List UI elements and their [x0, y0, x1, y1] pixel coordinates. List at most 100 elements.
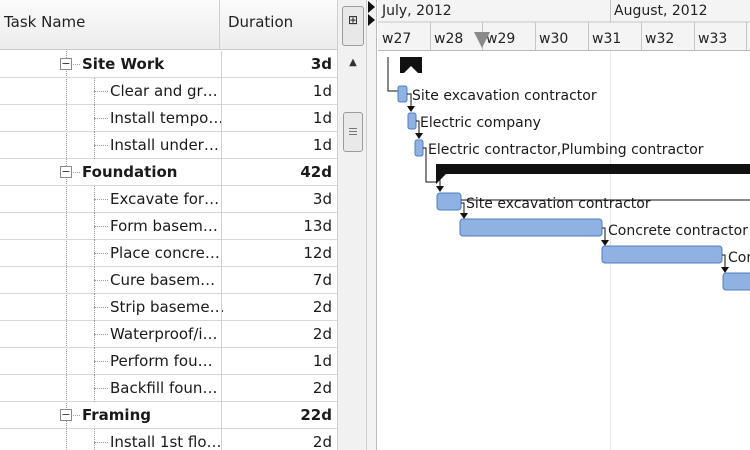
task-name-cell[interactable]: Framing [82, 402, 151, 429]
resource-label: Concrete contractor [608, 223, 748, 239]
task-name-cell[interactable]: Cure basem… [110, 267, 215, 294]
tree-connector-line [94, 307, 108, 308]
task-row[interactable]: Strip baseme… 2d [0, 294, 337, 321]
week-label: w31 [592, 31, 621, 47]
task-name-cell[interactable]: Waterproof/i… [110, 321, 218, 348]
grip-line [349, 131, 357, 132]
task-row[interactable]: Install under… 1d [0, 132, 337, 159]
task-row[interactable]: Backfill foun… 2d [0, 375, 337, 402]
task-bar[interactable] [601, 245, 723, 264]
splitter-arrow-icon[interactable] [368, 1, 375, 13]
dependency-link [407, 93, 412, 108]
resource-label: Electric company [420, 115, 541, 131]
resource-label: Electric contractor,Plumbing contractor [428, 142, 704, 158]
column-header-duration[interactable]: Duration [221, 0, 337, 50]
task-name-cell[interactable]: Excavate for… [110, 186, 219, 213]
pane-splitter[interactable] [367, 0, 377, 450]
tree-connector-line [94, 429, 95, 450]
week-label: w28 [434, 31, 463, 47]
duration-cell[interactable]: 1d [221, 132, 332, 159]
arrow-head-icon [415, 133, 423, 139]
task-bar[interactable] [459, 218, 603, 237]
tree-connector-line [94, 226, 108, 227]
task-row[interactable]: Install tempo… 1d [0, 105, 337, 132]
scroll-up-arrow-icon[interactable]: ▲ [346, 57, 360, 71]
duration-cell[interactable]: 2d [221, 294, 332, 321]
summary-task-row[interactable]: − Foundation 42d [0, 159, 337, 186]
task-row[interactable]: Perform fou… 1d [0, 348, 337, 375]
week-label: w30 [539, 31, 568, 47]
task-row[interactable]: Waterproof/i… 2d [0, 321, 337, 348]
week-label: w32 [645, 31, 674, 47]
task-name-cell[interactable]: Strip baseme… [110, 294, 225, 321]
arrow-head-icon [721, 267, 729, 273]
resource-label: Site excavation contractor [412, 88, 597, 104]
duration-cell[interactable]: 42d [221, 159, 332, 186]
week-label: w33 [698, 31, 727, 47]
vertical-scrollbar[interactable]: ⊞ ▲ [337, 0, 367, 450]
duration-cell[interactable]: 12d [221, 240, 332, 267]
task-bar[interactable] [397, 85, 408, 103]
task-name-cell[interactable]: Form basem… [110, 213, 218, 240]
task-grid: Task Name Duration − Site Work 3d Clear and… [0, 0, 337, 450]
task-row[interactable]: Form basem… 13d [0, 213, 337, 240]
arrow-head-icon [436, 186, 444, 192]
scrollbar-thumb[interactable] [343, 112, 363, 152]
gantt-chart[interactable]: July, 2012 August, 2012 w27 w28 w29 w30 w31 w32… [378, 0, 750, 450]
duration-cell[interactable]: 22d [221, 402, 332, 429]
tree-connector-line [73, 64, 80, 65]
duration-cell[interactable]: 7d [221, 267, 332, 294]
duration-cell[interactable]: 2d [221, 321, 332, 348]
task-row[interactable]: Excavate for… 3d [0, 186, 337, 213]
task-name-cell[interactable]: Install tempo… [110, 105, 223, 132]
dependency-link [387, 57, 398, 92]
arrow-head-icon [460, 213, 468, 219]
task-name-cell[interactable]: Foundation [82, 159, 177, 186]
task-name-cell[interactable]: Perform fou… [110, 348, 213, 375]
tree-connector-line [94, 145, 108, 146]
grid-header: Task Name Duration [0, 0, 337, 50]
resource-label: Con [728, 250, 750, 266]
collapse-toggle-icon[interactable]: − [60, 166, 72, 178]
duration-cell[interactable]: 1d [221, 105, 332, 132]
task-name-cell[interactable]: Site Work [82, 51, 164, 78]
task-bar[interactable] [436, 192, 462, 211]
task-row[interactable]: Cure basem… 7d [0, 267, 337, 294]
column-header-task-name[interactable]: Task Name [0, 0, 220, 50]
summary-task-row[interactable]: − Framing 22d [0, 402, 337, 429]
duration-cell[interactable]: 2d [221, 375, 332, 402]
duration-cell[interactable]: 1d [221, 78, 332, 105]
collapse-toggle-icon[interactable]: − [60, 58, 72, 70]
summary-task-row[interactable]: − Site Work 3d [0, 51, 337, 78]
task-row[interactable]: Install 1st flo… 2d [0, 429, 337, 450]
tree-connector-line [94, 361, 108, 362]
summary-bar[interactable] [436, 164, 750, 174]
duration-cell[interactable]: 13d [221, 213, 332, 240]
task-name-cell[interactable]: Place concre… [110, 240, 220, 267]
month-label: July, 2012 [381, 3, 452, 19]
task-bar[interactable] [414, 139, 424, 157]
task-bar[interactable] [407, 112, 417, 130]
week-label: w27 [382, 31, 411, 47]
tree-connector-line [94, 442, 108, 443]
resource-label: Site excavation contractor [466, 196, 651, 212]
tree-connector-line [94, 91, 108, 92]
duration-cell[interactable]: 3d [221, 186, 332, 213]
grip-line [349, 128, 357, 129]
task-row[interactable]: Clear and gr… 1d [0, 78, 337, 105]
collapse-toggle-icon[interactable]: − [60, 409, 72, 421]
task-name-cell[interactable]: Install 1st flo… [110, 429, 222, 450]
task-name-cell[interactable]: Backfill foun… [110, 375, 217, 402]
task-bar[interactable] [722, 272, 750, 291]
week-label: w29 [486, 31, 515, 47]
duration-cell[interactable]: 1d [221, 348, 332, 375]
column-chooser-icon[interactable]: ⊞ [342, 6, 364, 46]
summary-bar[interactable] [400, 57, 422, 73]
arrow-head-icon [601, 240, 609, 246]
duration-cell[interactable]: 2d [221, 429, 332, 450]
duration-cell[interactable]: 3d [221, 51, 332, 78]
task-row[interactable]: Place concre… 12d [0, 240, 337, 267]
splitter-arrow-icon[interactable] [368, 14, 375, 26]
task-name-cell[interactable]: Install under… [110, 132, 219, 159]
task-name-cell[interactable]: Clear and gr… [110, 78, 218, 105]
